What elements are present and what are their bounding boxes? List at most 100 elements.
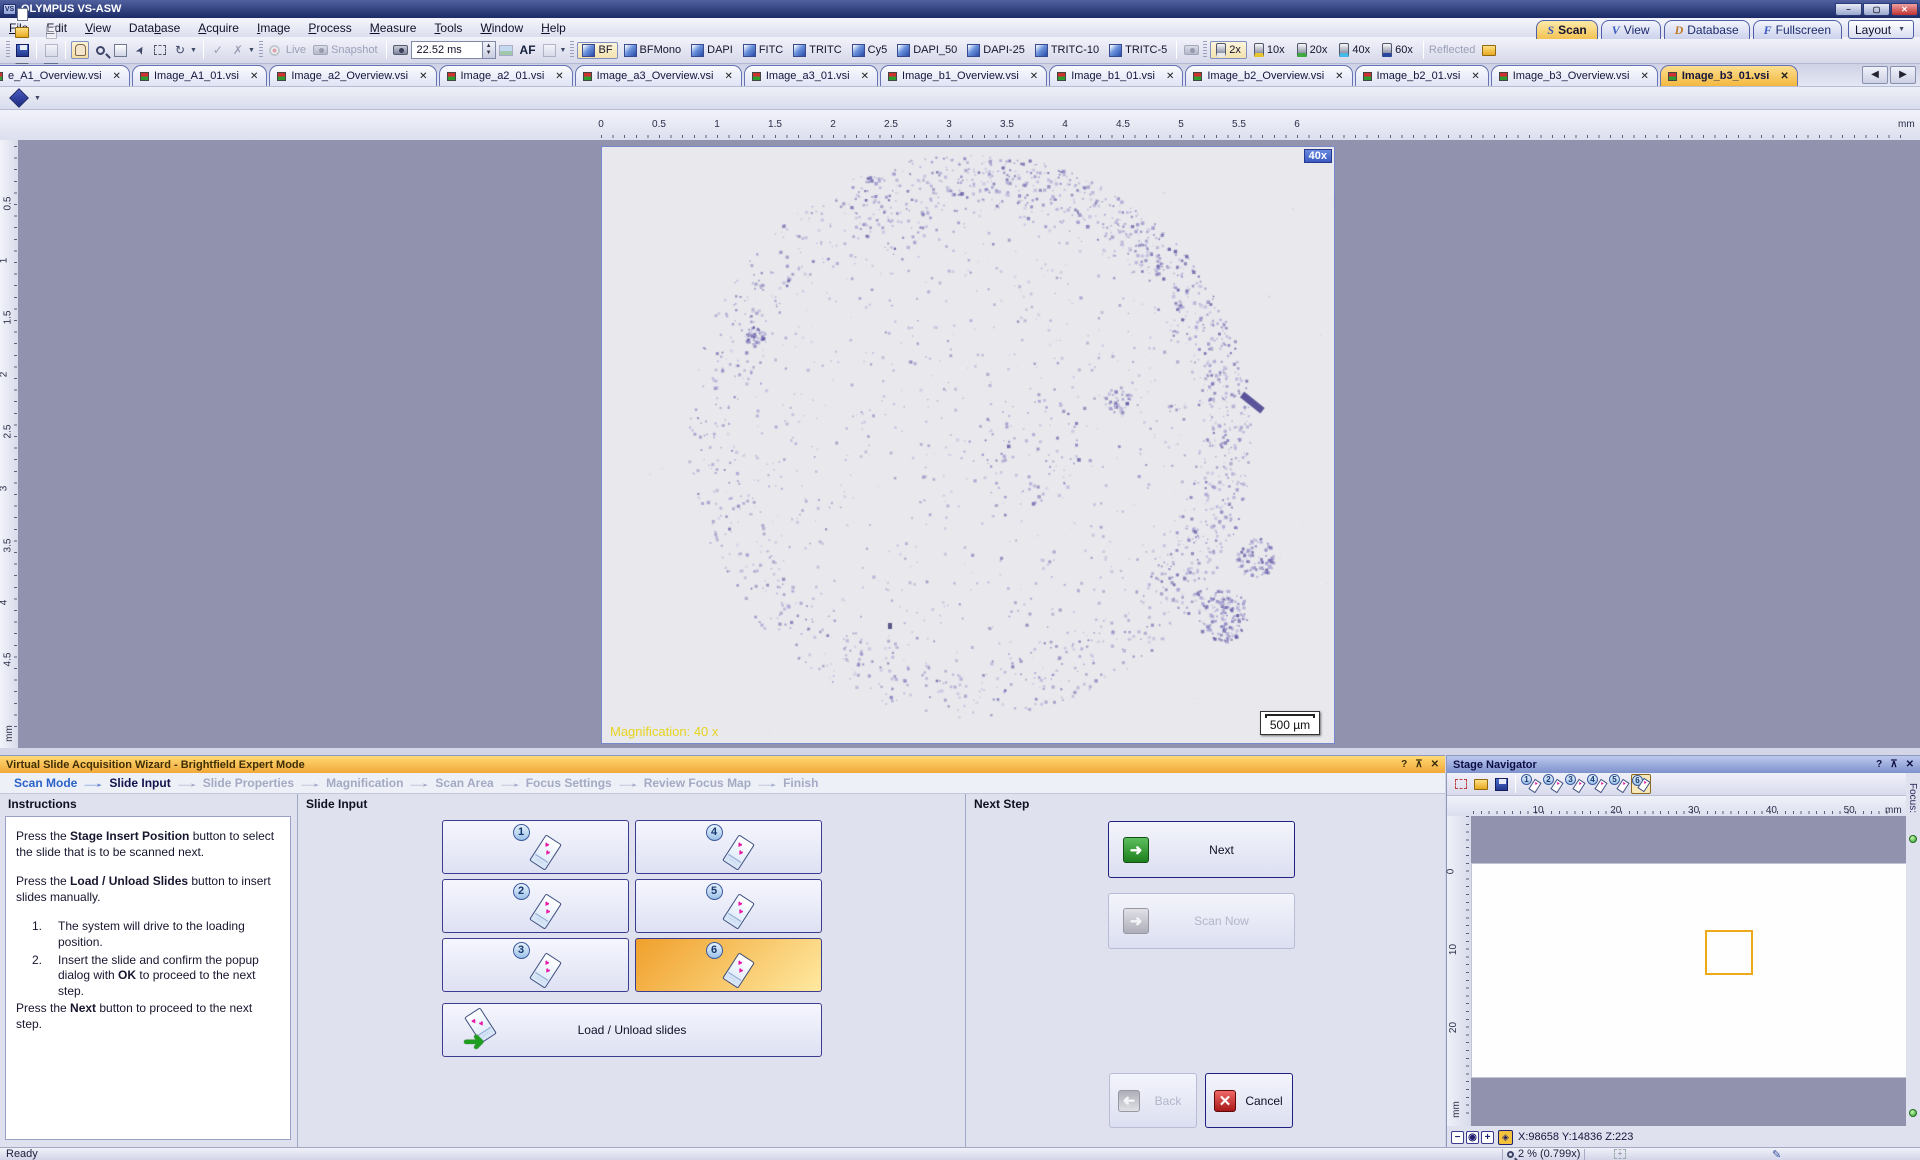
objective-40x[interactable]: 40x (1334, 42, 1375, 58)
channel-bf[interactable]: BF (577, 42, 617, 59)
cancel-button[interactable]: ✕ Cancel (1205, 1073, 1293, 1128)
tab-close-icon[interactable]: ✕ (861, 71, 869, 82)
tab-close-icon[interactable]: ✕ (419, 71, 427, 82)
zoom-box-icon[interactable] (111, 41, 129, 59)
toolbar-grip[interactable] (6, 41, 10, 59)
crosshair-icon[interactable]: + (1614, 1149, 1626, 1159)
document-tab[interactable]: Image_a2_01.vsi✕ (439, 65, 573, 86)
channel-bfmono[interactable]: BFMono (620, 43, 686, 58)
zoom-in-icon[interactable] (91, 41, 109, 59)
new-document-icon[interactable] (13, 5, 31, 23)
mode-tab-scan[interactable]: SScan (1536, 20, 1597, 39)
current-view-rectangle[interactable] (1705, 930, 1753, 975)
slide-position-3-button[interactable]: 3♥♥··· (442, 938, 629, 992)
navigator-slide-area[interactable] (1471, 863, 1907, 1078)
wizard-step-scan-mode[interactable]: Scan Mode (14, 776, 77, 790)
minimize-icon[interactable]: – (1835, 3, 1862, 16)
close-icon[interactable]: ✕ (1891, 3, 1918, 16)
exposure-input[interactable]: 22.52 ms (411, 41, 483, 59)
next-button[interactable]: ➜ Next (1108, 821, 1295, 878)
pin-icon[interactable]: ⊼ (1890, 759, 1897, 770)
slide-position-5-button[interactable]: 5♥♥··· (635, 879, 822, 933)
zoom-out-icon[interactable]: − (1451, 1131, 1464, 1144)
slide-position-4-button[interactable]: 4♥♥··· (635, 820, 822, 874)
navigator-slot-6-icon[interactable]: 6 (1631, 774, 1651, 794)
chevron-down-icon[interactable]: ▼ (34, 95, 41, 102)
document-tab[interactable]: Image_A1_01.vsi✕ (132, 65, 267, 86)
channel-dapi_50[interactable]: DAPI_50 (893, 43, 961, 58)
menu-tools[interactable]: Tools (425, 20, 471, 36)
save-icon[interactable] (1492, 775, 1510, 793)
wizard-step-focus-settings[interactable]: Focus Settings (526, 776, 612, 790)
objective-60x[interactable]: 60x (1377, 42, 1418, 58)
maximize-icon[interactable]: ▢ (1863, 3, 1890, 16)
menu-measure[interactable]: Measure (361, 20, 426, 36)
mode-tab-fullscreen[interactable]: FFullscreen (1753, 20, 1842, 39)
tab-close-icon[interactable]: ✕ (555, 71, 563, 82)
mode-tab-view[interactable]: VView (1601, 20, 1661, 39)
menu-window[interactable]: Window (471, 20, 532, 36)
tab-scroll-left-icon[interactable]: ◀ (1862, 66, 1888, 84)
channel-dapi-25[interactable]: DAPI-25 (963, 43, 1029, 58)
menu-help[interactable]: Help (532, 20, 575, 36)
navigator-slot-5-icon[interactable]: 5 (1609, 774, 1629, 794)
slide-position-6-button[interactable]: 6♥♥··· (635, 938, 822, 992)
navigator-slot-4-icon[interactable]: 4 (1587, 774, 1607, 794)
paste-icon[interactable] (42, 41, 60, 59)
navigator-stage-view[interactable]: 01020mm (1447, 816, 1907, 1126)
mode-tab-database[interactable]: DDatabase (1664, 20, 1750, 39)
zoom-reset-icon[interactable]: ◉ (1466, 1131, 1479, 1144)
objective-2x[interactable]: 2x (1210, 41, 1247, 59)
exposure-icon[interactable] (392, 41, 410, 59)
document-tab[interactable]: Image_a3_Overview.vsi✕ (575, 65, 742, 86)
exposure-stepper[interactable]: ▲▼ (483, 41, 496, 59)
menu-database[interactable]: Database (120, 20, 189, 36)
menu-view[interactable]: View (76, 20, 120, 36)
cut-icon[interactable]: ✂ (42, 5, 60, 23)
annotation-shape-icon[interactable] (9, 88, 29, 108)
navigator-slot-1-icon[interactable]: 1 (1521, 774, 1541, 794)
tab-close-icon[interactable]: ✕ (1780, 71, 1788, 82)
document-tab[interactable]: Image_b1_01.vsi✕ (1049, 65, 1183, 86)
tab-close-icon[interactable]: ✕ (1335, 71, 1343, 82)
channel-fitc[interactable]: FITC (739, 43, 787, 58)
channel-tritc[interactable]: TRITC (789, 43, 845, 58)
slide-position-1-button[interactable]: 1♥♥··· (442, 820, 629, 874)
wizard-step-finish[interactable]: Finish (783, 776, 818, 790)
channel-cy5[interactable]: Cy5 (848, 43, 892, 58)
menu-image[interactable]: Image (248, 20, 299, 36)
menu-process[interactable]: Process (299, 20, 360, 36)
wizard-step-slide-input[interactable]: Slide Input (109, 776, 170, 790)
document-tab[interactable]: Image_b2_01.vsi✕ (1355, 65, 1489, 86)
pin-icon[interactable]: ⊼ (1415, 759, 1422, 770)
wizard-step-scan-area[interactable]: Scan Area (435, 776, 493, 790)
navigator-slot-2-icon[interactable]: 2 (1543, 774, 1563, 794)
tab-close-icon[interactable]: ✕ (113, 71, 121, 82)
tab-close-icon[interactable]: ✕ (1640, 71, 1648, 82)
navigator-slot-3-icon[interactable]: 3 (1565, 774, 1585, 794)
zoom-level-readout[interactable]: 2 % (0.799x) (1518, 1148, 1580, 1160)
document-tab[interactable]: Image_b3_01.vsi✕ (1660, 65, 1798, 86)
stage-area-icon[interactable] (1452, 775, 1470, 793)
zoom-in-icon[interactable]: + (1481, 1131, 1494, 1144)
tab-close-icon[interactable]: ✕ (250, 71, 258, 82)
specimen-image[interactable]: 40x Magnification: 40 x 500 µm (601, 146, 1335, 744)
save-icon[interactable] (13, 41, 31, 59)
document-tab[interactable]: Image_b1_Overview.vsi✕ (880, 65, 1047, 86)
channel-tritc-10[interactable]: TRITC-10 (1031, 43, 1103, 58)
document-tab[interactable]: Image_b2_Overview.vsi✕ (1185, 65, 1352, 86)
help-icon[interactable]: ? (1401, 759, 1407, 770)
open-folder-icon[interactable] (1472, 775, 1490, 793)
wizard-step-review-focus-map[interactable]: Review Focus Map (644, 776, 751, 790)
wizard-step-slide-properties[interactable]: Slide Properties (203, 776, 294, 790)
pan-tool-icon[interactable] (71, 41, 89, 59)
document-tab[interactable]: Image_a2_Overview.vsi✕ (269, 65, 436, 86)
menu-acquire[interactable]: Acquire (189, 20, 248, 36)
stage-move-icon[interactable]: ◈ (1498, 1130, 1513, 1145)
tab-scroll-right-icon[interactable]: ▶ (1890, 66, 1916, 84)
close-icon[interactable]: ✕ (1906, 759, 1914, 770)
mirror-unit-icon[interactable] (1480, 41, 1498, 59)
objective-10x[interactable]: 10x (1249, 42, 1290, 58)
help-icon[interactable]: ? (1876, 759, 1882, 770)
slide-position-2-button[interactable]: 2♥♥··· (442, 879, 629, 933)
